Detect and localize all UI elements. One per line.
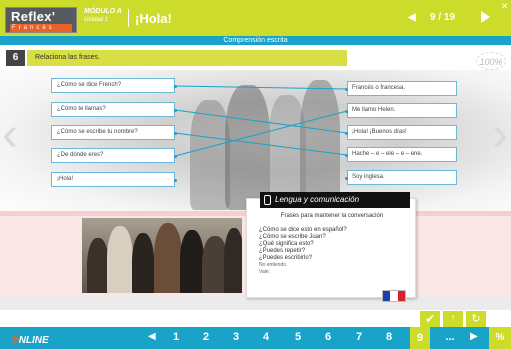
page-link-8[interactable]: 8 (379, 331, 399, 343)
card-phrase-list: ¿Cómo se dice esto en español? ¿Cómo se … (259, 227, 347, 276)
card-phrase: ¿Cómo se escribe Juan? (259, 234, 326, 240)
left-item[interactable]: ¡Hola! (51, 172, 175, 187)
right-connector-dot[interactable] (345, 177, 348, 180)
grey-band (0, 296, 511, 310)
page-link-4[interactable]: 4 (256, 331, 276, 343)
left-connector-dot[interactable] (174, 155, 177, 158)
match-line (174, 85, 348, 90)
right-connector-dot[interactable] (345, 110, 348, 113)
page-link-2[interactable]: 2 (196, 331, 216, 343)
page-link-1[interactable]: 1 (166, 331, 186, 343)
right-item[interactable]: Me llamo Helen. (347, 103, 457, 118)
left-connector-dot[interactable] (174, 179, 177, 182)
right-connector-dot[interactable] (345, 154, 348, 157)
students-photo (82, 218, 242, 293)
card-subheading: Frases para mantener la conversación (280, 213, 384, 219)
language-card: Lengua y comunicación Frases para manten… (246, 192, 416, 298)
brand-logo: 6NLINE (12, 332, 49, 346)
page-link-6[interactable]: 6 (318, 331, 338, 343)
page-link-more[interactable]: ... (440, 331, 460, 343)
page-link-5[interactable]: 5 (288, 331, 308, 343)
right-item[interactable]: Francés o francesa. (347, 81, 457, 96)
check-icon[interactable]: ✔ (420, 311, 440, 327)
match-line (174, 132, 348, 156)
left-item[interactable]: ¿Cómo se escribe tu nombre? (51, 125, 175, 140)
left-connector-dot[interactable] (174, 85, 177, 88)
card-heading: Lengua y comunicación (260, 192, 410, 208)
hint-icon[interactable]: ↑ (443, 311, 463, 327)
card-phrase: ¿Puedes escribirlo? (259, 255, 313, 261)
card-phrase: ¿Qué significa esto? (259, 241, 314, 247)
french-flag-icon[interactable] (382, 290, 406, 302)
paperclip-icon (264, 195, 271, 205)
footer-nav: 6NLINE ◀ 1 2 3 4 5 6 7 8 9 ... ▶ % (0, 327, 511, 349)
right-item[interactable]: Soy inglesa. (347, 170, 457, 185)
left-connector-dot[interactable] (174, 109, 177, 112)
match-line (174, 110, 348, 157)
match-line (174, 109, 348, 134)
brand-mark: 6 (12, 332, 19, 346)
page-link-3[interactable]: 3 (226, 331, 246, 343)
card-phrase: ¿Cómo se dice esto en español? (259, 227, 347, 233)
page-link-7[interactable]: 7 (349, 331, 369, 343)
footer-next-icon[interactable]: ▶ (470, 331, 478, 342)
card-phrase-small: Vale. (259, 269, 271, 275)
page-link-9[interactable]: 9 (410, 327, 430, 349)
card-heading-text: Lengua y comunicación (275, 195, 360, 204)
reset-icon[interactable]: ↻ (466, 311, 486, 327)
card-phrase-small: No entiendo. (259, 262, 288, 268)
right-item[interactable]: Hache – e – ele – e – ene. (347, 147, 457, 162)
progress-percent-button[interactable]: % (489, 327, 511, 349)
left-connector-dot[interactable] (174, 132, 177, 135)
right-connector-dot[interactable] (345, 88, 348, 91)
card-phrase: ¿Puedes repetir? (259, 248, 306, 254)
left-item[interactable]: ¿Cómo te llamas? (51, 102, 175, 117)
right-connector-dot[interactable] (345, 132, 348, 135)
brand-text: NLINE (18, 335, 49, 346)
left-item[interactable]: ¿De dónde eres? (51, 148, 175, 163)
left-item[interactable]: ¿Cómo se dice French? (51, 78, 175, 93)
footer-prev-icon[interactable]: ◀ (148, 331, 156, 342)
right-item[interactable]: ¡Hola! ¡Buenos días! (347, 125, 457, 140)
